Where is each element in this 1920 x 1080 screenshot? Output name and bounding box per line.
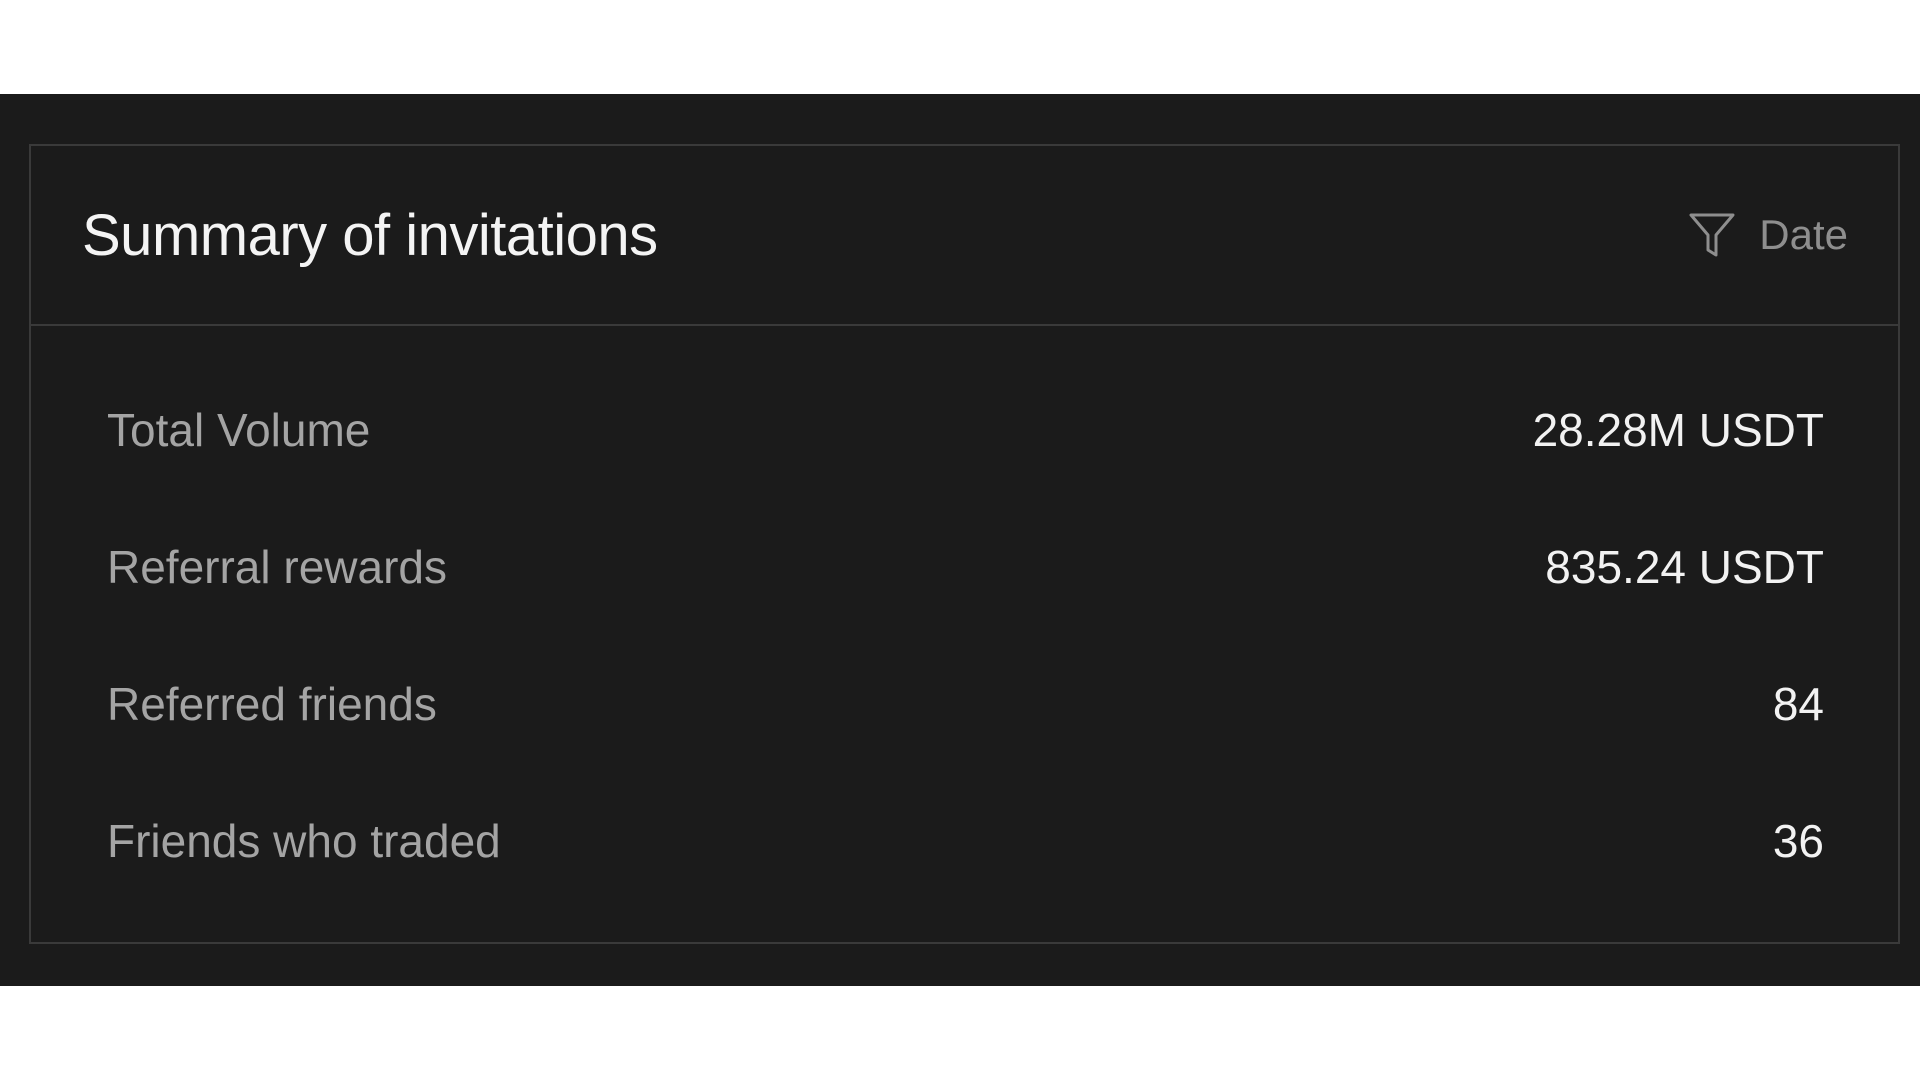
row-label: Friends who traded	[107, 814, 501, 867]
card-title: Summary of invitations	[82, 202, 658, 268]
funnel-icon	[1689, 213, 1735, 257]
summary-list: Total Volume 28.28M USDT Referral reward…	[31, 361, 1898, 909]
summary-row-referral-rewards: Referral rewards 835.24 USDT	[107, 498, 1824, 635]
summary-row-friends-who-traded: Friends who traded 36	[107, 772, 1824, 909]
row-value: 28.28M USDT	[1532, 403, 1824, 456]
row-label: Referral rewards	[107, 540, 447, 593]
row-label: Referred friends	[107, 677, 437, 730]
date-filter-button[interactable]: Date	[1687, 210, 1848, 260]
summary-row-referred-friends: Referred friends 84	[107, 635, 1824, 772]
invitation-summary-card: Summary of invitations Date Total Volume…	[29, 144, 1900, 944]
row-label: Total Volume	[107, 403, 371, 456]
row-value: 84	[1772, 677, 1824, 730]
app-background: Summary of invitations Date Total Volume…	[0, 94, 1920, 986]
date-filter-label: Date	[1759, 211, 1848, 258]
card-header: Summary of invitations Date	[31, 146, 1898, 326]
row-value: 835.24 USDT	[1545, 540, 1824, 593]
row-value: 36	[1772, 814, 1824, 867]
summary-row-total-volume: Total Volume 28.28M USDT	[107, 361, 1824, 498]
